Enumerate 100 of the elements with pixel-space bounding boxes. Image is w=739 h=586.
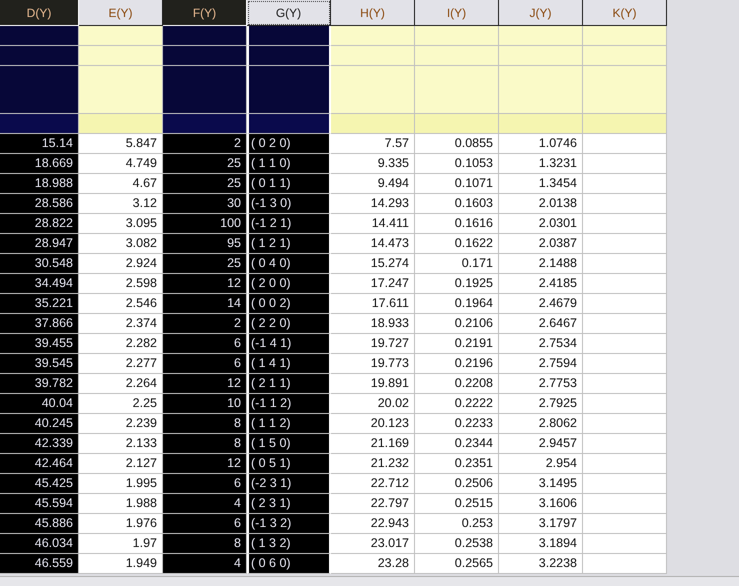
table-cell[interactable]: 2.7925 xyxy=(499,394,583,414)
table-cell[interactable]: 1.949 xyxy=(79,554,163,574)
table-cell[interactable]: 28.947 xyxy=(0,234,79,254)
table-cell[interactable]: ( 0 4 0) xyxy=(247,254,331,274)
table-cell[interactable]: 2 xyxy=(163,134,247,154)
table-cell[interactable]: 2.264 xyxy=(79,374,163,394)
table-cell[interactable]: 0.1622 xyxy=(415,234,499,254)
table-cell[interactable]: 0.2233 xyxy=(415,414,499,434)
column-header[interactable]: E(Y) xyxy=(79,0,163,26)
table-cell[interactable]: 1.97 xyxy=(79,534,163,554)
table-cell[interactable]: 39.545 xyxy=(0,354,79,374)
table-cell[interactable]: 4 xyxy=(163,554,247,574)
table-cell[interactable]: 9.335 xyxy=(331,154,415,174)
table-cell[interactable]: ( 0 1 1) xyxy=(247,174,331,194)
table-cell[interactable]: 2.133 xyxy=(79,434,163,454)
table-cell[interactable]: 0.2506 xyxy=(415,474,499,494)
table-cell[interactable]: 2.7534 xyxy=(499,334,583,354)
table-cell[interactable]: 25 xyxy=(163,254,247,274)
table-cell[interactable]: 4.67 xyxy=(79,174,163,194)
column-header[interactable]: K(Y) xyxy=(583,0,667,26)
table-cell[interactable]: 0.0855 xyxy=(415,134,499,154)
table-cell[interactable]: 46.034 xyxy=(0,534,79,554)
column-header[interactable]: J(Y) xyxy=(499,0,583,26)
table-cell[interactable]: 35.221 xyxy=(0,294,79,314)
table-cell[interactable]: 0.2222 xyxy=(415,394,499,414)
table-cell[interactable]: 40.245 xyxy=(0,414,79,434)
table-cell[interactable]: 30 xyxy=(163,194,247,214)
table-cell[interactable]: ( 0 6 0) xyxy=(247,554,331,574)
table-cell[interactable]: 2.6467 xyxy=(499,314,583,334)
column-header[interactable]: H(Y) xyxy=(331,0,415,26)
table-cell[interactable]: 0.1603 xyxy=(415,194,499,214)
table-cell[interactable]: ( 1 3 2) xyxy=(247,534,331,554)
table-cell[interactable]: 9.494 xyxy=(331,174,415,194)
table-cell[interactable]: ( 0 0 2) xyxy=(247,294,331,314)
table-cell[interactable]: 14.473 xyxy=(331,234,415,254)
table-cell[interactable]: 3.1797 xyxy=(499,514,583,534)
table-cell[interactable]: 18.933 xyxy=(331,314,415,334)
table-cell[interactable]: 46.559 xyxy=(0,554,79,574)
table-cell[interactable]: 0.2191 xyxy=(415,334,499,354)
table-cell[interactable]: 4 xyxy=(163,494,247,514)
table-cell[interactable]: 2 xyxy=(163,314,247,334)
table-cell[interactable]: 3.12 xyxy=(79,194,163,214)
column-header[interactable]: G(Y) xyxy=(247,0,331,26)
column-header[interactable]: F(Y) xyxy=(163,0,247,26)
table-cell[interactable]: 12 xyxy=(163,274,247,294)
table-cell[interactable]: 1.988 xyxy=(79,494,163,514)
table-cell[interactable]: 0.2538 xyxy=(415,534,499,554)
table-cell[interactable]: 23.28 xyxy=(331,554,415,574)
table-cell[interactable]: 0.2106 xyxy=(415,314,499,334)
table-cell[interactable]: 42.464 xyxy=(0,454,79,474)
table-cell[interactable]: 28.586 xyxy=(0,194,79,214)
table-cell[interactable]: 0.253 xyxy=(415,514,499,534)
table-cell[interactable]: 20.02 xyxy=(331,394,415,414)
table-cell[interactable]: 2.4185 xyxy=(499,274,583,294)
column-header[interactable]: D(Y) xyxy=(0,0,79,26)
table-cell[interactable]: 2.239 xyxy=(79,414,163,434)
table-cell[interactable]: 2.0301 xyxy=(499,214,583,234)
table-cell[interactable]: 17.247 xyxy=(331,274,415,294)
table-cell[interactable]: ( 1 1 2) xyxy=(247,414,331,434)
table-cell[interactable]: 18.988 xyxy=(0,174,79,194)
table-cell[interactable]: 21.169 xyxy=(331,434,415,454)
table-cell[interactable]: 3.095 xyxy=(79,214,163,234)
table-cell[interactable]: 22.943 xyxy=(331,514,415,534)
table-cell[interactable]: 2.598 xyxy=(79,274,163,294)
table-cell[interactable]: ( 2 2 0) xyxy=(247,314,331,334)
table-cell[interactable]: 0.1053 xyxy=(415,154,499,174)
table-cell[interactable]: 12 xyxy=(163,374,247,394)
table-cell[interactable]: 8 xyxy=(163,534,247,554)
table-cell[interactable]: 42.339 xyxy=(0,434,79,454)
table-cell[interactable]: (-1 1 2) xyxy=(247,394,331,414)
table-cell[interactable]: 2.0387 xyxy=(499,234,583,254)
table-cell[interactable]: 1.0746 xyxy=(499,134,583,154)
table-cell[interactable]: 22.797 xyxy=(331,494,415,514)
table-cell[interactable]: 21.232 xyxy=(331,454,415,474)
table-cell[interactable]: 0.1071 xyxy=(415,174,499,194)
table-cell[interactable]: 25 xyxy=(163,154,247,174)
table-cell[interactable]: 14 xyxy=(163,294,247,314)
table-cell[interactable]: 1.976 xyxy=(79,514,163,534)
table-cell[interactable]: 5.847 xyxy=(79,134,163,154)
table-cell[interactable]: 0.2515 xyxy=(415,494,499,514)
table-cell[interactable]: 2.924 xyxy=(79,254,163,274)
table-cell[interactable]: 0.171 xyxy=(415,254,499,274)
table-cell[interactable]: (-1 2 1) xyxy=(247,214,331,234)
table-cell[interactable]: 2.7753 xyxy=(499,374,583,394)
table-cell[interactable]: 2.9457 xyxy=(499,434,583,454)
table-cell[interactable]: 19.727 xyxy=(331,334,415,354)
table-cell[interactable]: 39.782 xyxy=(0,374,79,394)
table-cell[interactable]: 8 xyxy=(163,434,247,454)
table-cell[interactable]: 2.127 xyxy=(79,454,163,474)
table-cell[interactable]: 10 xyxy=(163,394,247,414)
table-cell[interactable]: 12 xyxy=(163,454,247,474)
table-cell[interactable]: ( 1 2 1) xyxy=(247,234,331,254)
table-cell[interactable]: 15.14 xyxy=(0,134,79,154)
table-cell[interactable]: 3.082 xyxy=(79,234,163,254)
table-cell[interactable]: 0.2344 xyxy=(415,434,499,454)
table-cell[interactable]: ( 2 1 1) xyxy=(247,374,331,394)
table-cell[interactable]: 2.1488 xyxy=(499,254,583,274)
table-cell[interactable]: 19.891 xyxy=(331,374,415,394)
table-cell[interactable]: 95 xyxy=(163,234,247,254)
table-cell[interactable]: 6 xyxy=(163,354,247,374)
